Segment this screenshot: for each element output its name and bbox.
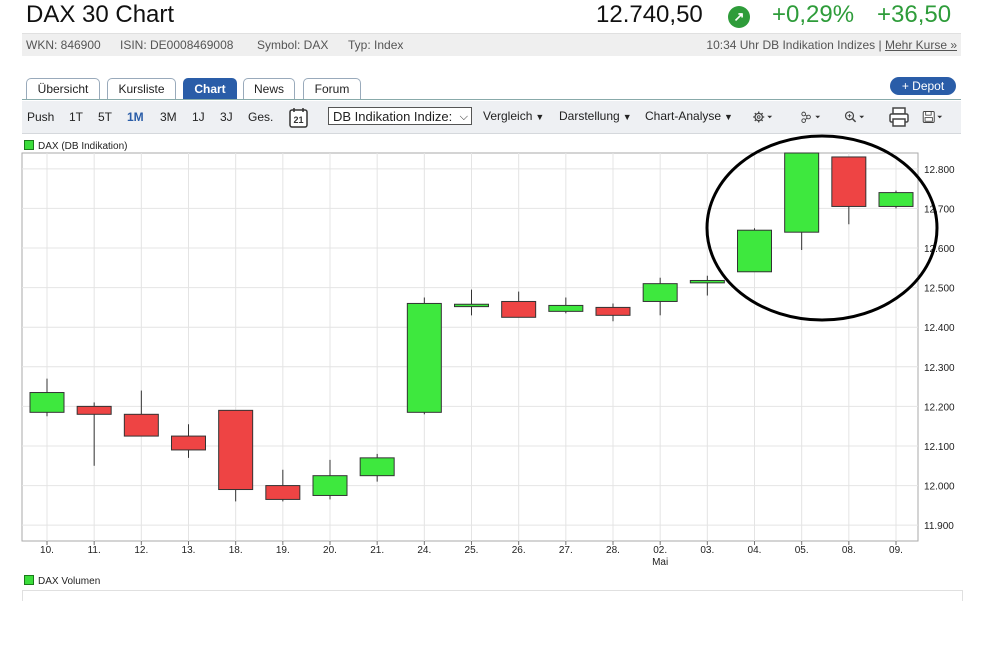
- candle-down: [595, 306, 631, 316]
- x-tick-label: 21.: [370, 545, 384, 556]
- x-tick-label: 25.: [465, 545, 479, 556]
- x-tick-label: 12.: [134, 545, 148, 556]
- candle-up: [737, 229, 772, 273]
- candle-up: [878, 192, 914, 207]
- candle-down: [218, 409, 254, 491]
- candle-up: [406, 302, 442, 413]
- candle-down: [123, 413, 159, 437]
- candle-up: [548, 304, 584, 312]
- x-tick-label: 05.: [795, 545, 809, 556]
- x-tick-label: 18.: [229, 545, 243, 556]
- x-tick-label: 13.: [182, 545, 196, 556]
- x-tick-label: 09.: [889, 545, 903, 556]
- x-tick-label: 02.: [653, 545, 667, 556]
- candle-down: [831, 156, 867, 207]
- candle-up: [689, 279, 725, 284]
- volume-legend: DAX Volumen: [24, 575, 100, 587]
- x-tick-label: 24.: [417, 545, 431, 556]
- x-tick-label: 28.: [606, 545, 620, 556]
- candle-down: [265, 485, 301, 500]
- y-tick-label: 12.600: [924, 244, 955, 255]
- volume-panel: [22, 590, 963, 601]
- legend-swatch: [24, 575, 34, 585]
- candle-up: [454, 303, 489, 308]
- candle-down: [171, 435, 206, 451]
- y-tick-label: 12.800: [924, 165, 955, 176]
- volume-legend-label: DAX Volumen: [38, 576, 101, 587]
- x-month-label: Mai: [652, 557, 668, 568]
- x-tick-label: 26.: [512, 545, 526, 556]
- y-tick-label: 12.300: [924, 363, 955, 374]
- candle-up: [642, 283, 678, 302]
- x-tick-label: 11.: [88, 545, 101, 556]
- candle-up: [29, 392, 65, 413]
- y-tick-label: 12.000: [924, 482, 955, 493]
- y-tick-label: 12.100: [924, 442, 955, 453]
- x-tick-label: 08.: [842, 545, 856, 556]
- x-tick-label: 19.: [276, 545, 290, 556]
- x-tick-label: 04.: [748, 545, 762, 556]
- candle-up: [359, 457, 395, 477]
- candle-down: [501, 300, 537, 318]
- x-tick-label: 20.: [323, 545, 337, 556]
- y-tick-label: 12.400: [924, 323, 955, 334]
- x-tick-label: 10.: [40, 545, 54, 556]
- x-tick-label: 03.: [700, 545, 714, 556]
- candlestick-chart: 11.900 12.000 12.100 12.200 12.300 12.400 12.5…: [21, 134, 955, 568]
- x-tick-label: 27.: [559, 545, 573, 556]
- y-tick-label: 12.200: [924, 402, 955, 413]
- candle-up: [312, 475, 348, 496]
- y-tick-label: 12.700: [924, 204, 955, 215]
- plot-area: [21, 152, 919, 542]
- y-tick-label: 12.500: [924, 284, 955, 295]
- candle-up: [784, 152, 820, 233]
- candle-down: [76, 405, 112, 415]
- y-tick-label: 11.900: [924, 521, 954, 532]
